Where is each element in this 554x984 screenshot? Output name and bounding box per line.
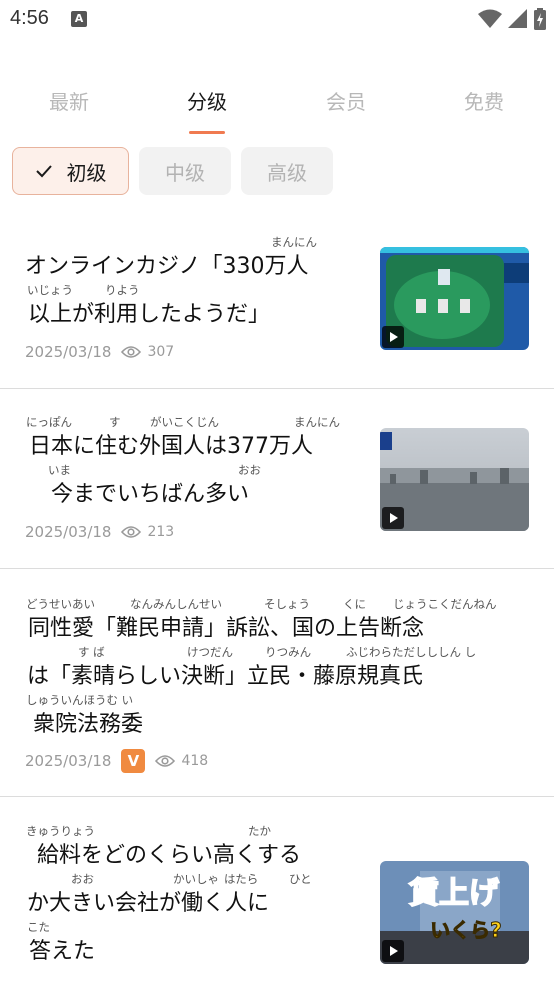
signal-icon: [508, 9, 527, 28]
article-title-line: 給料をどのくらい高くする: [37, 843, 302, 868]
tab-levels[interactable]: 分级: [187, 86, 227, 115]
play-icon: [382, 940, 404, 962]
eye-icon: [121, 346, 142, 358]
furigana: ひと: [289, 872, 312, 886]
article-title-line: 答えた: [29, 939, 96, 964]
category-tabs: 最新 分级 会员 免费: [0, 80, 554, 136]
article-title-line: 日本に住む外国人は377万人: [29, 434, 313, 459]
article-title-line: か大きい会社が働く人に: [27, 891, 270, 916]
level-chip-label: 初级: [66, 160, 107, 185]
level-chip-beginner[interactable]: 初级: [12, 147, 129, 195]
article-item[interactable]: にっぽん す がいこくじん まんにん 日本に住む外国人は377万人 いま おお …: [0, 390, 554, 569]
eye-icon: [155, 755, 176, 767]
article-title-line: 今までいちばん多い: [51, 482, 250, 507]
article-date: 2025/03/18: [25, 752, 112, 770]
article-thumbnail[interactable]: 賃上げ いくら?: [380, 861, 529, 964]
status-bar: 4:56 A: [0, 0, 554, 38]
thumb-subheadline: いくら?: [430, 918, 502, 942]
article-title-line: オンラインカジノ「330万人: [25, 254, 309, 279]
article-item[interactable]: まんにん オンラインカジノ「330万人 いじょう りよう 以上が利用したようだ」…: [0, 220, 554, 389]
article-meta: 2025/03/18 213: [25, 523, 174, 541]
tab-members[interactable]: 会员: [326, 86, 366, 115]
play-icon: [382, 326, 404, 348]
view-count-value: 307: [147, 344, 175, 360]
article-date: 2025/03/18: [25, 523, 112, 541]
notification-icon: A: [71, 11, 87, 27]
article-title-line: 衆院法務委: [33, 712, 144, 737]
article-date: 2025/03/18: [25, 343, 112, 361]
battery-icon: [534, 8, 546, 30]
active-tab-indicator: [189, 131, 225, 134]
article-item[interactable]: きゅうりょう たか 給料をどのくらい高くする おお かいしゃ はたら ひと か大…: [0, 798, 554, 984]
article-thumbnail[interactable]: [380, 247, 529, 350]
article-title-line: 同性愛「難民申請」訴訟、国の上告断念: [28, 616, 425, 641]
play-icon: [382, 507, 404, 529]
level-chip-intermediate[interactable]: 中级: [139, 147, 231, 195]
view-count-value: 213: [147, 524, 175, 540]
article-title-line: 以上が利用したようだ」: [28, 302, 271, 327]
article-thumbnail[interactable]: [380, 428, 529, 531]
thumb-headline: 賃上げ: [408, 876, 500, 911]
check-icon: [35, 165, 52, 178]
status-icons: [478, 8, 546, 30]
view-count: 418: [155, 753, 208, 769]
wifi-icon: [478, 9, 502, 28]
level-chip-label: 中级: [165, 160, 205, 185]
view-count: 307: [121, 344, 174, 360]
article-title-line: は「素晴らしい決断」立民・藤原規真氏: [27, 664, 424, 689]
article-meta: 2025/03/18 307: [25, 343, 174, 361]
tab-free[interactable]: 免费: [464, 86, 504, 115]
view-count-value: 418: [181, 753, 209, 769]
tab-latest[interactable]: 最新: [49, 86, 89, 115]
level-chip-advanced[interactable]: 高级: [241, 147, 333, 195]
status-time: 4:56: [10, 7, 49, 29]
article-meta: 2025/03/18 V 418: [25, 749, 208, 773]
view-count: 213: [121, 524, 174, 540]
vip-badge: V: [121, 749, 146, 773]
level-filter: 初级 中级 高级: [12, 147, 333, 195]
level-chip-label: 高级: [267, 160, 307, 185]
article-item[interactable]: どうせいあい なんみんしんせい そしょう くに じょうこくだんねん 同性愛「難民…: [0, 570, 554, 797]
eye-icon: [121, 526, 142, 538]
